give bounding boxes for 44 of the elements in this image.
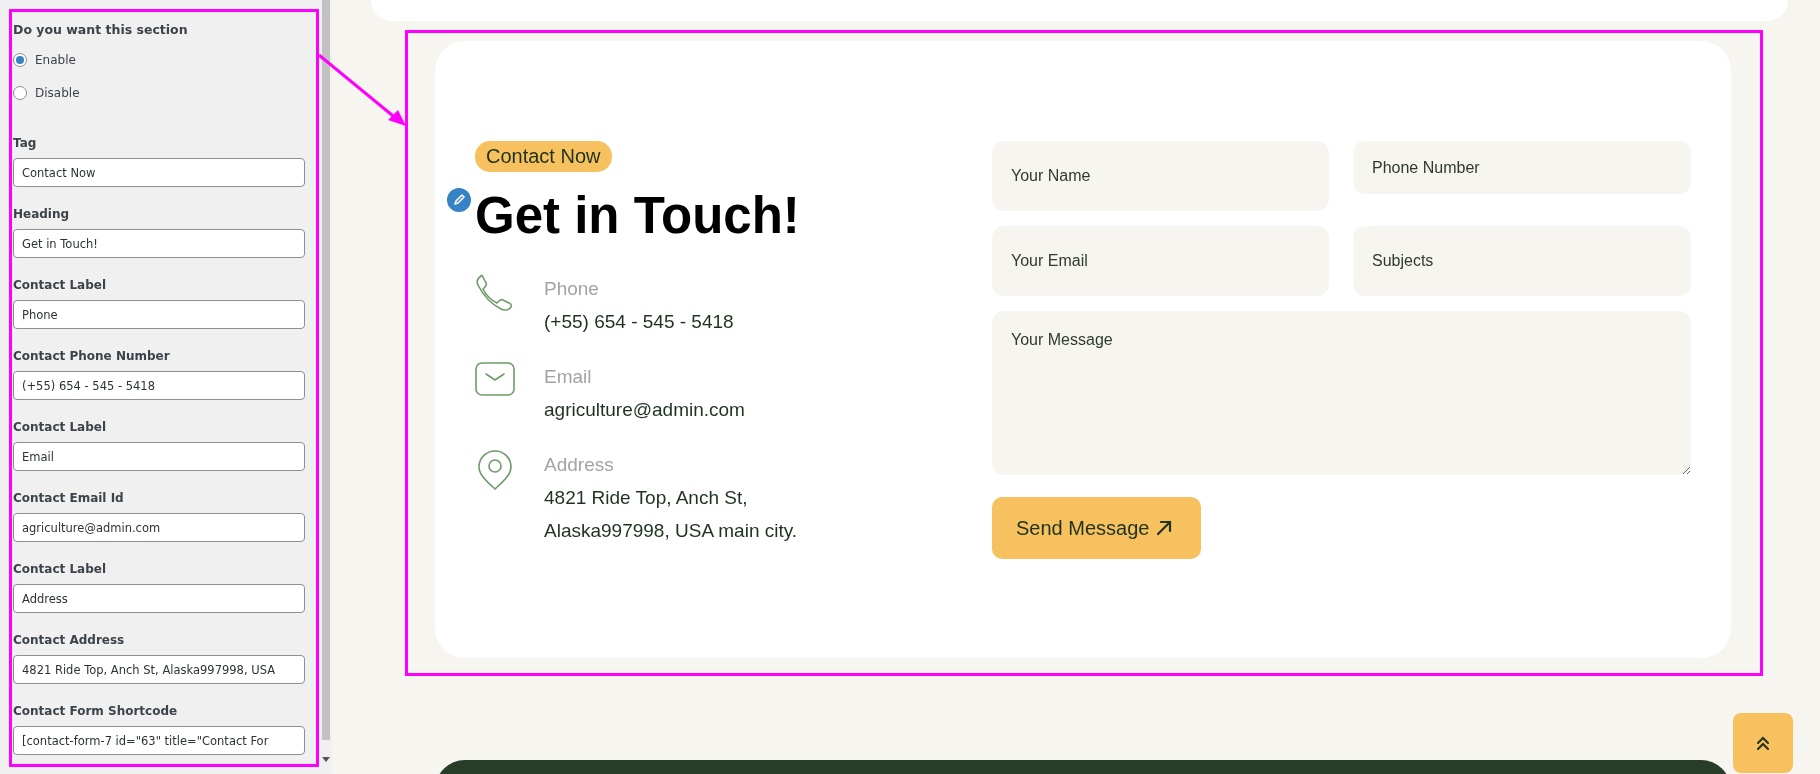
form-input[interactable]: Your Email — [992, 226, 1329, 296]
radio-button[interactable] — [13, 53, 27, 67]
envelope-icon — [475, 362, 515, 396]
contact-value: (+55) 654 - 545 - 5418 — [544, 310, 734, 334]
send-message-button[interactable]: Send Message — [992, 497, 1201, 559]
phone-icon — [475, 274, 515, 312]
scroll-down-icon[interactable] — [322, 757, 330, 762]
radio-button[interactable] — [13, 86, 27, 100]
double-chevron-up-icon — [1757, 736, 1769, 750]
message-field[interactable]: Your Message — [992, 311, 1691, 475]
field-label: Contact Email Id — [13, 491, 125, 505]
arrow-icon — [1157, 520, 1172, 536]
field-label: Contact Label — [13, 562, 108, 576]
text-input[interactable]: (+55) 654 - 545 - 5418 — [13, 371, 305, 400]
tag-badge: Contact Now — [475, 141, 612, 172]
section-heading: Get in Touch! — [475, 186, 800, 245]
field-label: Contact Phone Number — [13, 349, 171, 363]
contact-label: Phone — [544, 277, 600, 301]
text-input[interactable]: 4821 Ride Top, Anch St, Alaska997998, USA — [13, 655, 305, 684]
field-label: Contact Address — [13, 633, 126, 647]
radio-label: Disable — [35, 86, 80, 100]
text-input[interactable]: [contact-form-7 id="63" title="Contact For — [13, 726, 305, 755]
text-input[interactable]: agriculture@admin.com — [13, 513, 305, 542]
form-input[interactable]: Subjects — [1353, 226, 1691, 296]
contact-label: Address — [544, 453, 615, 477]
field-label: Tag — [13, 136, 38, 150]
text-input[interactable]: Email — [13, 442, 305, 471]
field-label: Heading — [13, 207, 71, 221]
contact-value: agriculture@admin.com — [544, 398, 745, 422]
form-input[interactable]: Phone Number — [1353, 141, 1691, 194]
field-label: Contact Label — [13, 278, 108, 292]
location-pin-icon — [477, 450, 513, 490]
contact-label: Email — [544, 365, 593, 389]
field-label: Contact Label — [13, 420, 108, 434]
edit-icon[interactable] — [445, 186, 473, 214]
text-input[interactable]: Phone — [13, 300, 305, 329]
field-label: Contact Form Shortcode — [13, 704, 179, 718]
text-input[interactable]: Get in Touch! — [13, 229, 305, 258]
question-label: Do you want this section — [13, 22, 189, 37]
contact-value: 4821 Ride Top, Anch St, Alaska997998, USA main city. — [544, 486, 799, 543]
form-input[interactable]: Your Name — [992, 141, 1329, 211]
radio-label: Enable — [35, 53, 76, 67]
text-input[interactable]: Address — [13, 584, 305, 613]
text-input[interactable]: Contact Now — [13, 158, 305, 187]
